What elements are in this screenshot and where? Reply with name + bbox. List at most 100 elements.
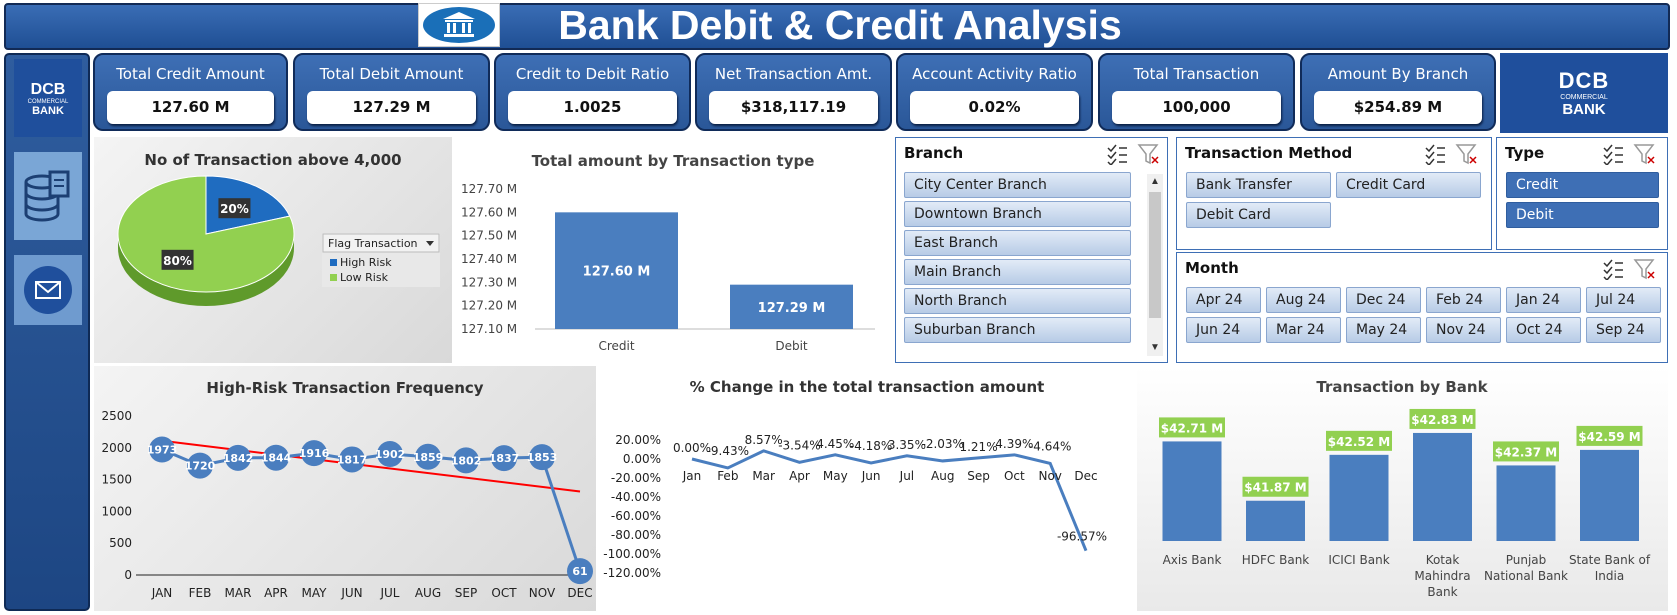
x-tick-label: Credit xyxy=(598,339,634,353)
scrollbar[interactable]: ▲ ▼ xyxy=(1147,174,1163,356)
slicer-item-debit[interactable]: Debit xyxy=(1506,202,1659,228)
data-label: 1817 xyxy=(337,453,368,466)
kpi-total-transaction: Total Transaction 100,000 xyxy=(1098,53,1295,131)
mail-icon xyxy=(24,266,72,314)
sidebar-logo-line-1: DCB xyxy=(30,81,66,98)
data-label: -96.57% xyxy=(1057,530,1107,544)
slicer-item-month[interactable]: Dec 24 xyxy=(1346,287,1421,313)
kpi-value: 127.60 M xyxy=(107,91,274,124)
data-label: 1837 xyxy=(489,452,520,465)
clear-filter-icon[interactable] xyxy=(1633,259,1655,280)
sidebar: DCB COMMERCIAL BANK xyxy=(4,53,90,611)
slicer-item-month[interactable]: Sep 24 xyxy=(1586,317,1661,343)
x-tick-label: Jul xyxy=(899,469,914,483)
clear-filter-icon[interactable] xyxy=(1455,144,1477,165)
multi-select-icon[interactable] xyxy=(1603,144,1623,165)
clear-filter-icon[interactable] xyxy=(1633,144,1655,165)
slicer-item-month[interactable]: May 24 xyxy=(1346,317,1421,343)
y-tick-label: -120.00% xyxy=(603,566,661,580)
x-tick-label: FEB xyxy=(189,586,212,600)
y-tick-label: -80.00% xyxy=(611,528,661,542)
slicer-item-branch[interactable]: North Branch xyxy=(904,288,1131,314)
slicer-item-month[interactable]: Jan 24 xyxy=(1506,287,1581,313)
database-icon xyxy=(24,170,70,222)
scrollbar-thumb[interactable] xyxy=(1149,192,1161,318)
data-label: 61 xyxy=(572,565,587,578)
x-tick-label: State Bank of India xyxy=(1569,553,1651,583)
kpi-value: 1.0025 xyxy=(508,91,677,124)
clear-filter-icon[interactable] xyxy=(1137,144,1159,165)
slicer-item-month[interactable]: Jun 24 xyxy=(1186,317,1261,343)
kpi-amount-by-branch: Amount By Branch $254.89 M xyxy=(1300,53,1496,131)
mail-nav-button[interactable] xyxy=(14,255,82,325)
slicer-item-month[interactable]: Nov 24 xyxy=(1426,317,1501,343)
slicer-item-month[interactable]: Mar 24 xyxy=(1266,317,1341,343)
kpi-net-transaction: Net Transaction Amt. $318,117.19 xyxy=(695,53,892,131)
x-tick-label: OCT xyxy=(491,586,517,600)
x-tick-label: HDFC Bank xyxy=(1242,553,1310,567)
data-label: 1973 xyxy=(147,444,178,457)
slicer-item-branch[interactable]: Suburban Branch xyxy=(904,317,1131,343)
multi-select-icon[interactable] xyxy=(1107,144,1127,165)
data-label: -4.64% xyxy=(1029,439,1071,453)
bar-value-label: 127.29 M xyxy=(758,301,826,316)
data-label: 4.45% xyxy=(816,437,854,451)
multi-select-icon[interactable] xyxy=(1425,144,1445,165)
page-title: Bank Debit & Credit Analysis xyxy=(558,2,1122,48)
kpi-label: Credit to Debit Ratio xyxy=(515,65,670,83)
bar-value-label: $42.52 M xyxy=(1328,435,1390,449)
slicer-item-month[interactable]: Oct 24 xyxy=(1506,317,1581,343)
x-tick-label: Sep xyxy=(967,469,990,483)
kpi-total-credit: Total Credit Amount 127.60 M xyxy=(93,53,288,131)
bar-value-label: $42.71 M xyxy=(1161,421,1223,435)
data-label: 1720 xyxy=(185,460,216,473)
slicer-item-credit-card[interactable]: Credit Card xyxy=(1336,172,1481,198)
scroll-down-icon[interactable]: ▼ xyxy=(1147,340,1163,356)
slicer-item-branch[interactable]: Downtown Branch xyxy=(904,201,1131,227)
slicer-header-icons xyxy=(1603,144,1655,165)
bar xyxy=(1496,465,1556,541)
x-tick-label: NOV xyxy=(529,586,556,600)
y-tick-label: -60.00% xyxy=(611,509,661,523)
chart-title: Transaction by Bank xyxy=(1316,378,1488,396)
brand-logo: DCB COMMERCIAL BANK xyxy=(1500,53,1668,133)
kpi-value: $254.89 M xyxy=(1314,91,1482,124)
bar xyxy=(1246,500,1305,541)
y-tick-label: 127.20 M xyxy=(461,299,517,313)
slicer-item-credit[interactable]: Credit xyxy=(1506,172,1659,198)
y-tick-label: -100.00% xyxy=(603,547,661,561)
bank-logo xyxy=(418,3,500,47)
kpi-value: 100,000 xyxy=(1112,91,1281,124)
data-label: 3.35% xyxy=(888,438,926,452)
y-tick-label: 127.50 M xyxy=(461,229,517,243)
slicer-item-month[interactable]: Apr 24 xyxy=(1186,287,1261,313)
x-tick-label: SEP xyxy=(455,586,477,600)
chart-title: High-Risk Transaction Frequency xyxy=(206,379,483,397)
slicer-item-branch[interactable]: East Branch xyxy=(904,230,1131,256)
x-tick-label: Punjab National Bank xyxy=(1484,553,1568,583)
data-label: 1802 xyxy=(451,454,482,467)
slicer-item-branch[interactable]: City Center Branch xyxy=(904,172,1131,198)
multi-select-icon[interactable] xyxy=(1603,259,1623,280)
slicer-item-month[interactable]: Aug 24 xyxy=(1266,287,1341,313)
slicer-item-month[interactable]: Jul 24 xyxy=(1586,287,1661,313)
database-nav-button[interactable] xyxy=(14,152,82,240)
pie-label: 80% xyxy=(163,254,192,268)
slicer-item-debit-card[interactable]: Debit Card xyxy=(1186,202,1331,228)
slicer-item-bank-transfer[interactable]: Bank Transfer xyxy=(1186,172,1331,198)
slicer-item-branch[interactable]: Main Branch xyxy=(904,259,1131,285)
high-risk-line-chart: High-Risk Transaction Frequency 0 500 1000 1… xyxy=(101,379,593,600)
y-tick-label: 0 xyxy=(124,568,132,582)
bank-bar-panel: Transaction by Bank $42.71 M Axis Bank $41.… xyxy=(1137,366,1668,611)
bar-value-label: 127.60 M xyxy=(583,265,651,280)
scroll-up-icon[interactable]: ▲ xyxy=(1147,174,1163,190)
pie-chart-panel: No of Transaction above 4,000 20% 80% Fla… xyxy=(94,137,452,363)
kpi-label: Net Transaction Amt. xyxy=(714,65,873,83)
slicer-item-month[interactable]: Feb 24 xyxy=(1426,287,1501,313)
x-tick-label: Feb xyxy=(717,469,738,483)
x-tick-label: Mar xyxy=(752,469,775,483)
x-tick-label: Jun xyxy=(861,469,881,483)
trend-line xyxy=(161,439,581,493)
kpi-label: Total Debit Amount xyxy=(319,65,464,83)
y-tick-label: 127.40 M xyxy=(461,252,517,266)
